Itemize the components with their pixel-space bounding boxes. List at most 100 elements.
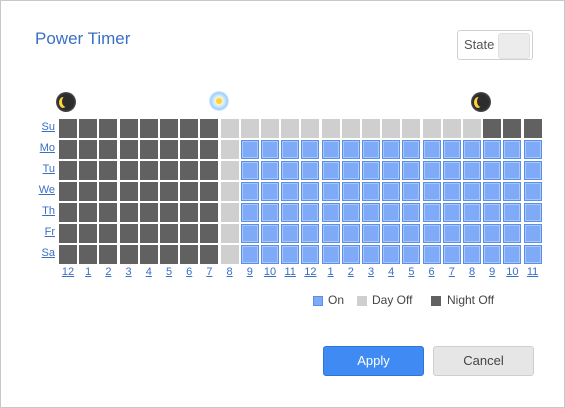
schedule-cell-fr-17[interactable] (402, 224, 421, 243)
day-label-tu[interactable]: Tu (31, 163, 55, 175)
schedule-cell-we-11[interactable] (281, 182, 300, 201)
schedule-cell-mo-8[interactable] (220, 140, 239, 159)
schedule-cell-mo-23[interactable] (523, 140, 542, 159)
schedule-cell-mo-4[interactable] (139, 140, 158, 159)
schedule-cell-th-4[interactable] (139, 203, 158, 222)
schedule-cell-we-1[interactable] (79, 182, 98, 201)
hour-label[interactable]: 1 (78, 266, 98, 278)
schedule-cell-su-0[interactable] (59, 119, 77, 138)
state-toggle-control[interactable]: State (457, 30, 533, 60)
hour-label[interactable]: 12 (300, 266, 320, 278)
schedule-cell-su-1[interactable] (79, 119, 98, 138)
hour-label[interactable]: 3 (119, 266, 139, 278)
schedule-cell-sa-21[interactable] (483, 245, 502, 264)
hour-label[interactable]: 1 (321, 266, 341, 278)
schedule-cell-fr-1[interactable] (79, 224, 98, 243)
schedule-cell-th-1[interactable] (79, 203, 98, 222)
schedule-cell-tu-8[interactable] (220, 161, 239, 180)
schedule-cell-fr-19[interactable] (442, 224, 461, 243)
schedule-cell-su-8[interactable] (220, 119, 239, 138)
schedule-cell-we-7[interactable] (200, 182, 219, 201)
schedule-cell-fr-11[interactable] (281, 224, 300, 243)
schedule-cell-fr-21[interactable] (483, 224, 502, 243)
schedule-cell-tu-18[interactable] (422, 161, 441, 180)
schedule-cell-we-3[interactable] (119, 182, 138, 201)
schedule-cell-th-7[interactable] (200, 203, 219, 222)
schedule-cell-sa-13[interactable] (321, 245, 340, 264)
schedule-cell-fr-16[interactable] (382, 224, 401, 243)
schedule-cell-sa-0[interactable] (59, 245, 77, 264)
schedule-cell-tu-15[interactable] (362, 161, 380, 180)
schedule-cell-th-3[interactable] (119, 203, 138, 222)
schedule-cell-th-0[interactable] (59, 203, 77, 222)
schedule-cell-sa-15[interactable] (362, 245, 380, 264)
state-switch[interactable] (498, 33, 530, 59)
hour-label[interactable]: 4 (381, 266, 401, 278)
schedule-cell-su-3[interactable] (119, 119, 138, 138)
schedule-cell-fr-13[interactable] (321, 224, 340, 243)
schedule-cell-fr-7[interactable] (200, 224, 219, 243)
schedule-cell-sa-5[interactable] (160, 245, 178, 264)
schedule-cell-su-13[interactable] (321, 119, 340, 138)
schedule-cell-tu-2[interactable] (99, 161, 118, 180)
schedule-cell-th-14[interactable] (341, 203, 360, 222)
schedule-cell-tu-23[interactable] (523, 161, 542, 180)
schedule-cell-th-16[interactable] (382, 203, 401, 222)
schedule-cell-sa-9[interactable] (240, 245, 259, 264)
schedule-cell-mo-22[interactable] (503, 140, 522, 159)
schedule-cell-fr-20[interactable] (463, 224, 481, 243)
schedule-cell-fr-5[interactable] (160, 224, 178, 243)
hour-label[interactable]: 2 (341, 266, 361, 278)
schedule-cell-sa-6[interactable] (180, 245, 199, 264)
schedule-cell-mo-3[interactable] (119, 140, 138, 159)
schedule-cell-su-7[interactable] (200, 119, 219, 138)
schedule-cell-we-21[interactable] (483, 182, 502, 201)
schedule-cell-fr-0[interactable] (59, 224, 77, 243)
schedule-cell-mo-14[interactable] (341, 140, 360, 159)
schedule-cell-mo-0[interactable] (59, 140, 77, 159)
schedule-cell-mo-15[interactable] (362, 140, 380, 159)
hour-label[interactable]: 7 (199, 266, 219, 278)
schedule-cell-th-9[interactable] (240, 203, 259, 222)
schedule-cell-we-6[interactable] (180, 182, 199, 201)
schedule-cell-th-20[interactable] (463, 203, 481, 222)
schedule-cell-sa-12[interactable] (301, 245, 320, 264)
schedule-cell-tu-6[interactable] (180, 161, 199, 180)
schedule-cell-th-19[interactable] (442, 203, 461, 222)
schedule-cell-we-0[interactable] (59, 182, 77, 201)
schedule-cell-tu-7[interactable] (200, 161, 219, 180)
schedule-cell-su-18[interactable] (422, 119, 441, 138)
schedule-cell-fr-12[interactable] (301, 224, 320, 243)
schedule-cell-mo-10[interactable] (261, 140, 279, 159)
hour-label[interactable]: 8 (220, 266, 240, 278)
schedule-cell-fr-3[interactable] (119, 224, 138, 243)
day-label-sa[interactable]: Sa (31, 247, 55, 259)
schedule-cell-we-22[interactable] (503, 182, 522, 201)
schedule-cell-su-16[interactable] (382, 119, 401, 138)
schedule-cell-su-17[interactable] (402, 119, 421, 138)
schedule-cell-mo-5[interactable] (160, 140, 178, 159)
schedule-cell-fr-4[interactable] (139, 224, 158, 243)
schedule-cell-fr-14[interactable] (341, 224, 360, 243)
hour-label[interactable]: 11 (523, 266, 543, 278)
schedule-cell-tu-12[interactable] (301, 161, 320, 180)
schedule-cell-sa-10[interactable] (261, 245, 279, 264)
schedule-cell-we-12[interactable] (301, 182, 320, 201)
hour-label[interactable]: 4 (139, 266, 159, 278)
schedule-cell-su-4[interactable] (139, 119, 158, 138)
hour-label[interactable]: 9 (240, 266, 260, 278)
schedule-cell-sa-17[interactable] (402, 245, 421, 264)
day-label-su[interactable]: Su (31, 121, 55, 133)
hour-label[interactable]: 9 (482, 266, 502, 278)
schedule-cell-mo-9[interactable] (240, 140, 259, 159)
schedule-cell-sa-16[interactable] (382, 245, 401, 264)
schedule-cell-fr-22[interactable] (503, 224, 522, 243)
schedule-cell-sa-3[interactable] (119, 245, 138, 264)
schedule-cell-mo-7[interactable] (200, 140, 219, 159)
hour-label[interactable]: 5 (159, 266, 179, 278)
schedule-cell-fr-8[interactable] (220, 224, 239, 243)
schedule-cell-su-6[interactable] (180, 119, 199, 138)
schedule-cell-su-11[interactable] (281, 119, 300, 138)
schedule-cell-su-2[interactable] (99, 119, 118, 138)
schedule-cell-su-15[interactable] (362, 119, 380, 138)
